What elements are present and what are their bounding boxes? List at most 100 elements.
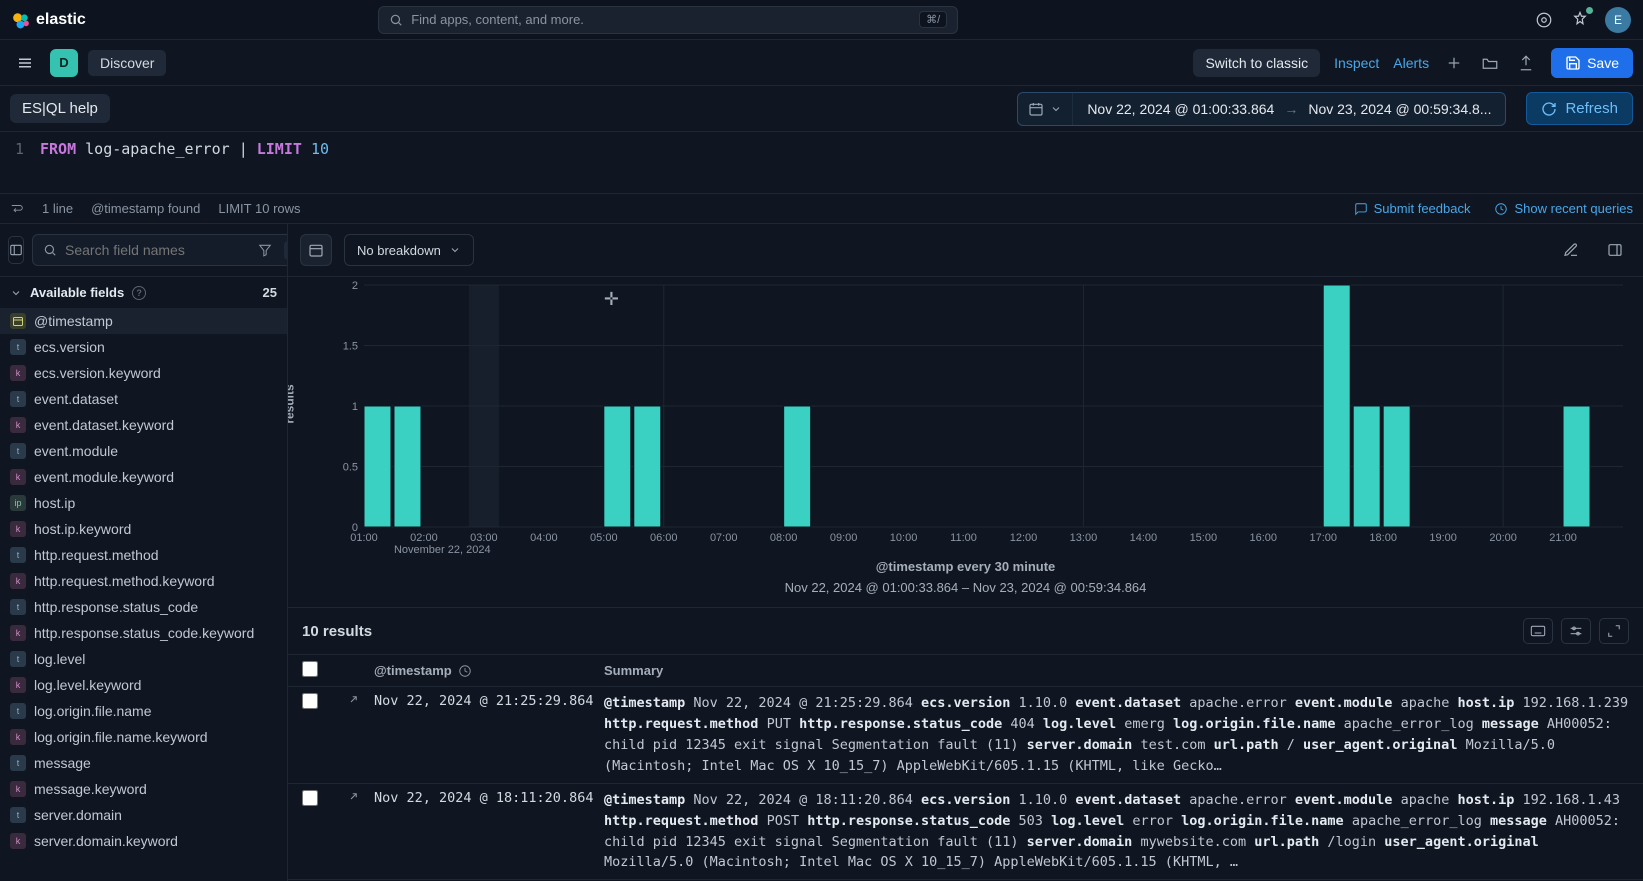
field-item[interactable]: tevent.module [0, 438, 287, 464]
collapse-sidebar-button[interactable] [8, 236, 24, 264]
svg-text:15:00: 15:00 [1190, 532, 1218, 544]
show-recent-queries-link[interactable]: Show recent queries [1494, 201, 1633, 216]
field-search[interactable]: 0 [32, 234, 288, 266]
time-range-picker[interactable]: Nov 22, 2024 @ 01:00:33.864 → Nov 23, 20… [1017, 92, 1506, 126]
refresh-label: Refresh [1565, 100, 1618, 117]
row-checkbox[interactable] [302, 693, 318, 709]
svg-text:0.5: 0.5 [343, 462, 358, 474]
chart-options-button[interactable] [1599, 234, 1631, 266]
svg-text:06:00: 06:00 [650, 532, 678, 544]
svg-text:09:00: 09:00 [830, 532, 858, 544]
available-fields-header[interactable]: Available fields ? 25 [0, 277, 287, 308]
save-button[interactable]: Save [1551, 48, 1633, 78]
history-icon [1494, 202, 1508, 216]
time-from: Nov 22, 2024 @ 01:00:33.864 [1087, 101, 1274, 117]
help-icon[interactable] [1533, 9, 1555, 31]
field-item[interactable]: tlog.level [0, 646, 287, 672]
field-item[interactable]: tserver.domain [0, 802, 287, 828]
field-type-icon: t [10, 807, 26, 823]
breadcrumb-discover[interactable]: Discover [88, 50, 166, 76]
global-search[interactable]: Find apps, content, and more. ⌘/ [378, 6, 958, 34]
field-name: server.domain.keyword [34, 833, 178, 849]
display-options-button[interactable] [1561, 618, 1591, 644]
expand-row-button[interactable] [338, 790, 364, 806]
field-item[interactable]: thttp.response.status_code [0, 594, 287, 620]
field-name: ecs.version.keyword [34, 365, 161, 381]
field-item[interactable]: tevent.dataset [0, 386, 287, 412]
row-checkbox[interactable] [302, 790, 318, 806]
breakdown-select[interactable]: No breakdown [344, 234, 474, 266]
svg-text:12:00: 12:00 [1010, 532, 1038, 544]
table-row[interactable]: Nov 22, 2024 @ 18:11:20.864@timestamp No… [288, 784, 1643, 881]
edit-visualization-button[interactable] [1555, 234, 1587, 266]
fullscreen-button[interactable] [1599, 618, 1629, 644]
keyboard-shortcuts-button[interactable] [1523, 618, 1553, 644]
select-all-checkbox[interactable] [302, 661, 318, 677]
field-list[interactable]: @timestamptecs.versionkecs.version.keywo… [0, 308, 287, 881]
column-timestamp[interactable]: @timestamp [374, 663, 594, 678]
calendar-icon[interactable] [1018, 93, 1073, 125]
svg-text:13:00: 13:00 [1070, 532, 1098, 544]
field-type-icon: k [10, 521, 26, 537]
field-item[interactable]: khttp.response.status_code.keyword [0, 620, 287, 646]
field-item[interactable]: kevent.module.keyword [0, 464, 287, 490]
svg-text:1.5: 1.5 [343, 341, 358, 353]
wrap-icon[interactable] [10, 202, 24, 216]
column-summary[interactable]: Summary [604, 663, 1629, 678]
chevron-down-icon [10, 287, 22, 299]
fields-help-icon[interactable]: ? [132, 286, 146, 300]
field-item[interactable]: thttp.request.method [0, 542, 287, 568]
table-row[interactable]: Nov 22, 2024 @ 21:25:29.864@timestamp No… [288, 687, 1643, 784]
field-item[interactable]: tlog.origin.file.name [0, 698, 287, 724]
field-filter-button[interactable] [254, 243, 276, 257]
submit-feedback-link[interactable]: Submit feedback [1354, 201, 1471, 216]
new-icon[interactable] [1443, 52, 1465, 74]
newsfeed-icon[interactable] [1569, 9, 1591, 31]
expand-icon [1607, 624, 1621, 638]
editor-code[interactable]: FROM log-apache_error | LIMIT 10 [40, 140, 329, 185]
toggle-histogram-button[interactable] [300, 234, 332, 266]
switch-classic-button[interactable]: Switch to classic [1193, 49, 1320, 77]
esql-editor[interactable]: 1 FROM log-apache_error | LIMIT 10 [0, 132, 1643, 194]
field-item[interactable]: kmessage.keyword [0, 776, 287, 802]
expand-icon [344, 792, 358, 806]
field-name: log.origin.file.name.keyword [34, 729, 208, 745]
field-item[interactable]: tecs.version [0, 334, 287, 360]
svg-text:01:00: 01:00 [350, 532, 378, 544]
field-type-icon: t [10, 599, 26, 615]
esql-help-button[interactable]: ES|QL help [10, 94, 110, 123]
user-avatar[interactable]: E [1605, 7, 1631, 33]
field-name: event.dataset.keyword [34, 417, 174, 433]
field-item[interactable]: khttp.request.method.keyword [0, 568, 287, 594]
field-item[interactable]: k host.ip.keyword [0, 516, 287, 542]
field-search-input[interactable] [65, 242, 246, 258]
space-badge[interactable]: D [50, 49, 78, 77]
alerts-link[interactable]: Alerts [1393, 55, 1429, 71]
field-item[interactable]: klog.origin.file.name.keyword [0, 724, 287, 750]
field-item[interactable]: kecs.version.keyword [0, 360, 287, 386]
open-icon[interactable] [1479, 52, 1501, 74]
field-item[interactable]: klog.level.keyword [0, 672, 287, 698]
svg-text:19:00: 19:00 [1429, 532, 1457, 544]
nav-menu-button[interactable] [10, 48, 40, 78]
field-name: host.ip.keyword [34, 521, 131, 537]
field-item[interactable]: kevent.dataset.keyword [0, 412, 287, 438]
inspect-link[interactable]: Inspect [1334, 55, 1379, 71]
breakdown-label: No breakdown [357, 243, 441, 258]
refresh-button[interactable]: Refresh [1526, 92, 1633, 125]
app-bar: D Discover Switch to classic Inspect Ale… [0, 40, 1643, 86]
field-item[interactable]: @timestamp [0, 308, 287, 334]
field-item[interactable]: iphost.ip [0, 490, 287, 516]
status-ts-found: @timestamp found [91, 201, 200, 216]
field-name: log.origin.file.name [34, 703, 152, 719]
calendar-icon [308, 242, 324, 258]
field-name: log.level [34, 651, 85, 667]
brand-logo[interactable]: elastic [12, 11, 86, 29]
histogram-chart[interactable]: results 00.511.5201:0002:0003:0004:0005:… [288, 277, 1643, 607]
share-icon[interactable] [1515, 52, 1537, 74]
chevron-down-icon [449, 244, 461, 256]
field-item[interactable]: kserver.domain.keyword [0, 828, 287, 854]
expand-row-button[interactable] [338, 693, 364, 709]
field-item[interactable]: tmessage [0, 750, 287, 776]
field-name: http.request.method [34, 547, 159, 563]
